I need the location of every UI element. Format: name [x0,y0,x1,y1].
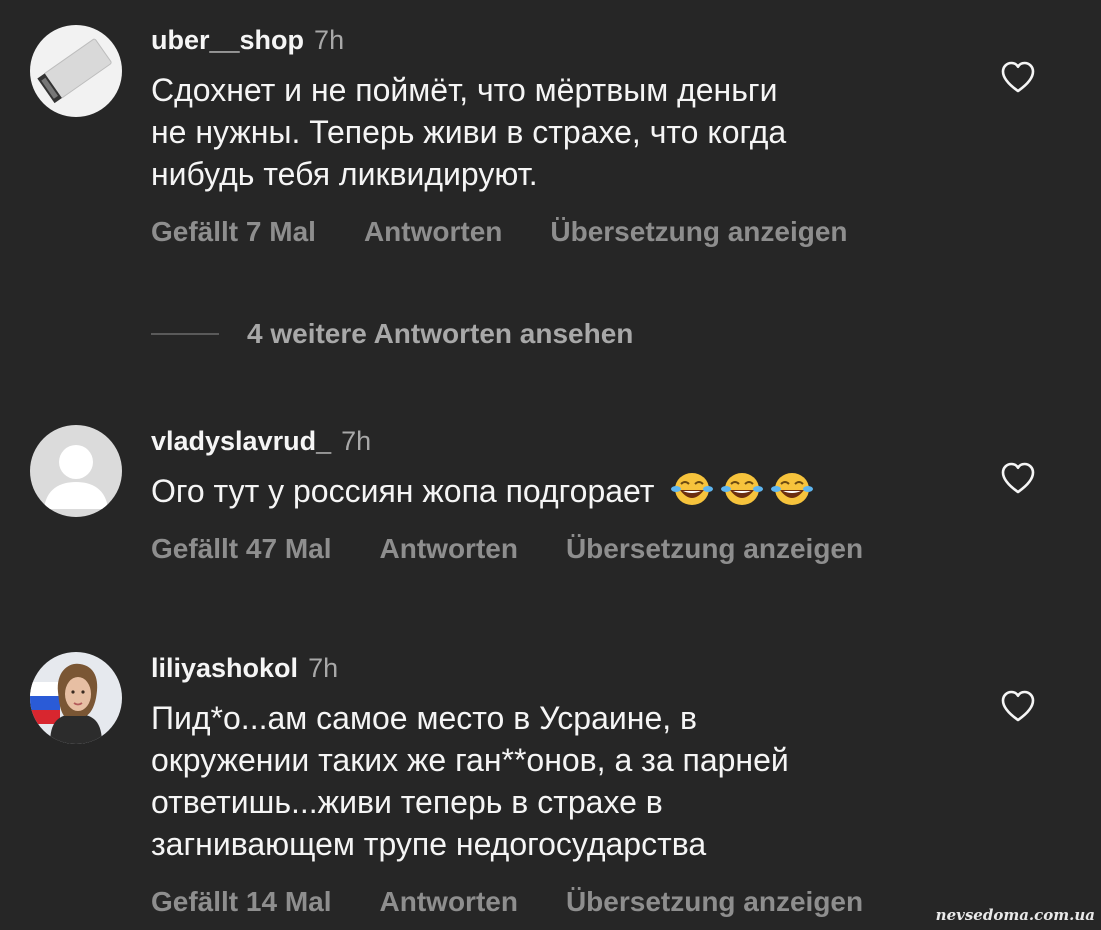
reply-button[interactable]: Antworten [380,533,518,564]
comment-header: uber__shop 7h [151,24,344,56]
comment-actions: Gefällt 14 Mal Antworten Übersetzung anzei… [151,885,911,919]
comment-text: Ого тут у россиян жопа подгорает [151,473,655,509]
timestamp: 7h [341,426,372,456]
tears-of-joy-emoji [771,473,814,505]
watermark: nevsedoma.com.ua [935,906,1095,924]
reply-button[interactable]: Antworten [380,886,518,917]
comment-header: liliyashokol 7h [151,652,338,684]
tears-of-joy-emoji [671,473,714,505]
avatar[interactable] [30,652,122,744]
username[interactable]: liliyashokol [151,653,298,683]
like-count[interactable]: Gefällt 7 Mal [151,216,316,247]
comment-text-row: Ого тут у россиян жопа подгорает [151,470,961,512]
comment-text: Пид*о...ам самое место в Усраине, в окру… [151,700,789,862]
reply-button[interactable]: Antworten [364,216,502,247]
tears-of-joy-emoji [721,473,764,505]
username[interactable]: vladyslavrud_ [151,426,331,456]
emoji-group [654,473,814,509]
translate-button[interactable]: Übersetzung anzeigen [566,533,863,564]
divider-line [151,333,219,335]
comment-text: Сдохнет и не поймёт, что мёртвым деньги … [151,72,787,192]
like-count[interactable]: Gefällt 14 Mal [151,886,332,917]
heart-outline-icon[interactable] [1000,461,1036,495]
timestamp: 7h [308,653,339,683]
view-more-replies-label: 4 weitere Antworten ansehen [247,318,634,349]
comment-actions: Gefällt 47 Mal Antworten Übersetzung anzei… [151,532,911,566]
username[interactable]: uber__shop [151,25,304,55]
avatar[interactable] [30,25,122,117]
like-count[interactable]: Gefällt 47 Mal [151,533,332,564]
comment-header: vladyslavrud_ 7h [151,425,371,457]
comment-actions: Gefällt 7 Mal Antworten Übersetzung anzeig… [151,215,896,249]
view-more-replies[interactable]: 4 weitere Antworten ansehen [151,318,633,354]
avatar[interactable] [30,425,122,517]
translate-button[interactable]: Übersetzung anzeigen [566,886,863,917]
translate-button[interactable]: Übersetzung anzeigen [550,216,847,247]
heart-outline-icon[interactable] [1000,60,1036,94]
heart-outline-icon[interactable] [1000,689,1036,723]
timestamp: 7h [314,25,345,55]
